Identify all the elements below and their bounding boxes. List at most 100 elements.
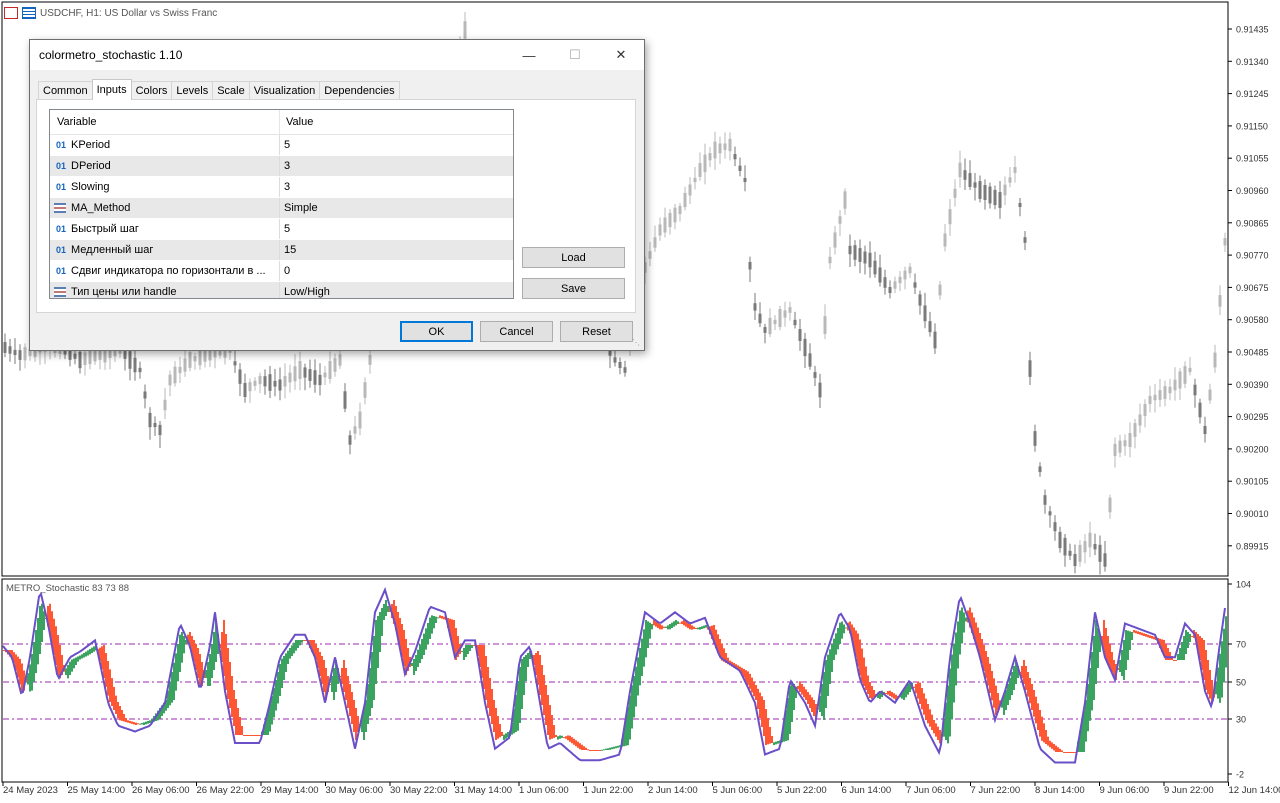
tab-levels[interactable]: Levels: [171, 81, 213, 99]
cloud-bear-segment: [865, 667, 867, 691]
input-row[interactable]: 01Slowing3: [50, 177, 513, 198]
minimize-icon[interactable]: —: [506, 40, 552, 70]
cloud-bear-segment: [869, 682, 871, 698]
close-icon[interactable]: ✕: [598, 40, 644, 70]
cloud-bear-segment: [771, 736, 773, 743]
header-variable[interactable]: Variable: [50, 110, 280, 134]
load-button[interactable]: Load: [522, 247, 625, 268]
tab-colors[interactable]: Colors: [131, 81, 173, 99]
candle-body: [199, 350, 202, 366]
value-cell[interactable]: 5: [280, 219, 290, 239]
cloud-bull-segment: [965, 618, 967, 622]
value-cell[interactable]: 3: [280, 177, 290, 197]
value-cell[interactable]: Simple: [280, 198, 318, 218]
resize-grip-icon[interactable]: ⋱: [632, 338, 642, 348]
tab-scale[interactable]: Scale: [212, 81, 250, 99]
reset-button[interactable]: Reset: [560, 321, 633, 342]
price-label: 0.90295: [1236, 412, 1269, 422]
input-row[interactable]: 01Сдвиг индикатора по горизонтали в ...0: [50, 261, 513, 282]
cloud-bear-segment: [1039, 710, 1041, 737]
cloud-bear-segment: [803, 687, 805, 698]
cloud-bull-segment: [1181, 642, 1183, 660]
candle-body: [94, 351, 97, 361]
candle-body: [819, 383, 822, 398]
tab-common[interactable]: Common: [38, 81, 93, 99]
price-label: 0.90390: [1236, 380, 1269, 390]
cloud-bull-segment: [291, 645, 293, 656]
int-icon: 01: [54, 161, 68, 171]
cloud-bull-segment: [829, 649, 831, 684]
cloud-bear-segment: [567, 735, 569, 740]
cloud-bear-segment: [247, 735, 249, 736]
input-row[interactable]: 01Быстрый шаг5: [50, 219, 513, 240]
tab-dependencies[interactable]: Dependencies: [319, 81, 399, 99]
cloud-bear-segment: [345, 668, 347, 700]
cloud-bear-segment: [223, 620, 225, 676]
candle-body: [99, 350, 102, 360]
candle-body: [264, 376, 267, 386]
value-cell[interactable]: 5: [280, 135, 290, 155]
input-row[interactable]: MA_MethodSimple: [50, 198, 513, 219]
cloud-bear-segment: [577, 742, 579, 748]
tab-visualization[interactable]: Visualization: [249, 81, 321, 99]
cloud-bear-segment: [563, 737, 565, 738]
cloud-bear-segment: [1061, 750, 1063, 752]
value-cell[interactable]: Low/High: [280, 282, 330, 299]
cloud-bull-segment: [505, 733, 507, 738]
ok-button[interactable]: OK: [400, 321, 473, 342]
cloud-bear-segment: [1043, 723, 1045, 742]
cloud-bull-segment: [641, 639, 643, 676]
cloud-bear-segment: [1045, 730, 1047, 744]
cloud-bear-segment: [1151, 636, 1153, 639]
input-row[interactable]: Тип цены или handleLow/High: [50, 282, 513, 299]
candle-body: [1159, 390, 1162, 400]
cloud-bull-segment: [1187, 632, 1189, 648]
cloud-bear-segment: [3, 650, 5, 651]
value-cell[interactable]: 15: [280, 240, 296, 260]
candle-body: [1099, 545, 1102, 562]
tab-inputs[interactable]: Inputs: [92, 79, 132, 100]
input-row[interactable]: 01KPeriod5: [50, 135, 513, 156]
value-cell[interactable]: 0: [280, 261, 290, 281]
candle-body: [204, 351, 207, 362]
value-cell[interactable]: 3: [280, 156, 290, 176]
variable-cell: 01Медленный шаг: [50, 240, 280, 260]
cancel-button[interactable]: Cancel: [480, 321, 553, 342]
cloud-bull-segment: [415, 655, 417, 671]
candle-body: [779, 309, 782, 327]
maximize-icon[interactable]: ☐: [552, 40, 598, 70]
candle-body: [859, 248, 862, 262]
cloud-bull-segment: [467, 645, 469, 654]
cloud-bull-segment: [1177, 654, 1179, 660]
cloud-bear-segment: [249, 735, 251, 736]
candle-body: [999, 192, 1002, 208]
cloud-bear-segment: [919, 683, 921, 704]
header-value[interactable]: Value: [280, 110, 313, 134]
candle-body: [1194, 385, 1197, 396]
cloud-bear-segment: [801, 684, 803, 695]
cloud-bear-segment: [583, 746, 585, 750]
dialog-titlebar[interactable]: colormetro_stochastic 1.10 — ☐ ✕: [30, 40, 644, 70]
candle-body: [329, 361, 332, 379]
save-button[interactable]: Save: [522, 278, 625, 299]
input-row[interactable]: 01DPeriod3: [50, 156, 513, 177]
cloud-bear-segment: [1063, 752, 1065, 753]
cloud-bear-segment: [321, 656, 323, 684]
candle-body: [239, 369, 242, 383]
cloud-bear-segment: [343, 660, 345, 692]
cloud-bull-segment: [843, 625, 845, 634]
cloud-bull-segment: [953, 644, 955, 703]
cloud-bull-segment: [149, 720, 151, 723]
cloud-bull-segment: [639, 648, 641, 685]
cloud-bull-segment: [1089, 668, 1091, 721]
cloud-bear-segment: [123, 714, 125, 721]
cloud-bear-segment: [125, 718, 127, 722]
input-row[interactable]: 01Медленный шаг15: [50, 240, 513, 261]
price-label: 0.90675: [1236, 283, 1269, 293]
cloud-bear-segment: [1073, 752, 1075, 753]
cloud-bear-segment: [1057, 747, 1059, 752]
date-label: 24 May 2023: [3, 785, 58, 796]
cloud-bull-segment: [431, 615, 433, 633]
variable-cell: MA_Method: [50, 198, 280, 218]
cloud-bear-segment: [571, 737, 573, 743]
